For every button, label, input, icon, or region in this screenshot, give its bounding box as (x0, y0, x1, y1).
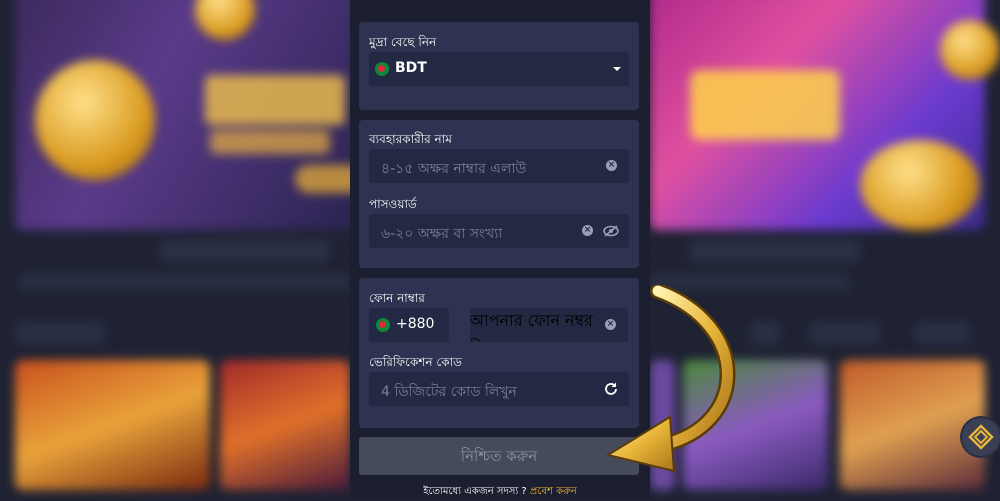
verification-label: ভেরিফিকেশন কোড (369, 355, 462, 369)
currency-select[interactable]: BDT (369, 52, 629, 86)
game-card (15, 360, 210, 490)
coin-icon (195, 0, 255, 40)
login-prompt: ইতোমধ্যে একজন সদস্য ? প্রবেশ করুন (350, 484, 650, 501)
phone-placeholder: আপনার ফোন নম্বর লিখুন (470, 311, 593, 342)
member-text: ইতোমধ্যে একজন সদস্য ? (423, 486, 527, 497)
username-input[interactable]: ৪-১৫ অক্ষর নাম্বার এলাউ × (369, 149, 629, 183)
currency-section: মুদ্রা বেছে নিন BDT (359, 22, 639, 110)
password-input[interactable]: ৬-২০ অক্ষর বা সংখ্যা × (369, 214, 629, 248)
username-placeholder: ৪-১৫ অক্ষর নাম্বার এলাউ (381, 161, 527, 177)
verification-input[interactable]: 4 ডিজিটের কোড লিখুন (369, 372, 629, 406)
bangladesh-flag-icon (376, 318, 390, 332)
phone-section: ফোন নাম্বার +880 আপনার ফোন নম্বর লিখুন ×… (359, 278, 639, 428)
account-section: ব্যবহারকারীর নাম ৪-১৫ অক্ষর নাম্বার এলাউ… (359, 120, 639, 268)
phone-label: ফোন নাম্বার (369, 291, 425, 305)
clear-icon[interactable]: × (582, 225, 593, 236)
coin-icon (860, 140, 980, 230)
coin-icon (35, 60, 155, 180)
confirm-button[interactable]: নিশ্চিত করুন (359, 437, 639, 475)
dropdown-caret-icon (613, 67, 621, 71)
password-placeholder: ৬-২০ অক্ষর বা সংখ্যা (381, 226, 503, 242)
curved-arrow-icon (605, 285, 736, 473)
promo-banner-left (15, 0, 365, 230)
floating-menu-button[interactable] (962, 418, 1000, 456)
bangladesh-flag-icon (375, 62, 389, 76)
clear-icon[interactable]: × (606, 160, 617, 171)
verification-placeholder: 4 ডিজিটের কোড লিখুন (381, 384, 517, 400)
hide-password-icon[interactable] (603, 225, 619, 237)
game-card (220, 360, 350, 490)
login-link[interactable]: প্রবেশ করুন (530, 486, 577, 497)
username-label: ব্যবহারকারীর নাম (369, 132, 452, 146)
promo-banner-right (650, 0, 1000, 230)
currency-value: BDT (395, 60, 427, 76)
password-label: পাসওয়ার্ড (369, 197, 417, 211)
coin-icon (940, 20, 1000, 80)
currency-label: মুদ্রা বেছে নিন (369, 35, 437, 49)
diamond-logo-icon (968, 424, 994, 450)
country-code-select[interactable]: +880 (369, 308, 449, 342)
country-code: +880 (396, 316, 435, 332)
